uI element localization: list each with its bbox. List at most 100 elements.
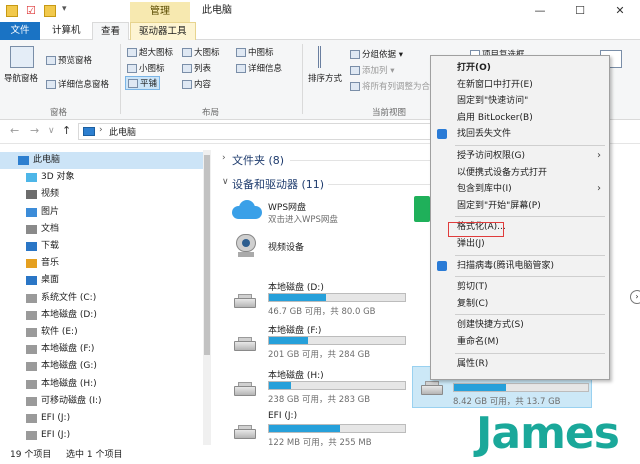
tab-computer[interactable]: 计算机: [44, 22, 89, 40]
sidebar-item[interactable]: 下载: [0, 238, 205, 255]
back-arrow-icon[interactable]: ←: [10, 124, 19, 137]
group-by-button[interactable]: 分组依据 ▾: [350, 48, 403, 60]
drive-usage-fill: [269, 382, 291, 389]
up-arrow-icon[interactable]: ↑: [62, 124, 71, 137]
sidebar-item[interactable]: EFI (J:): [0, 427, 205, 444]
layout-medium-icons[interactable]: 中图标: [236, 46, 274, 58]
layout-content[interactable]: 内容: [182, 78, 211, 90]
breadcrumb[interactable]: 此电脑: [109, 125, 136, 138]
nav-pane-button[interactable]: 导航窗格: [4, 72, 38, 84]
drive-name[interactable]: 本地磁盘 (D:): [268, 280, 324, 293]
sidebar-item[interactable]: 视频: [0, 186, 205, 203]
menu-item[interactable]: 扫描病毒(腾讯电脑管家): [431, 258, 609, 274]
ribbon-separator: [302, 44, 303, 114]
menu-item-label: 以便携式设备方式打开: [457, 167, 548, 178]
drive-icon: [26, 328, 37, 337]
maximize-button[interactable]: ☐: [560, 0, 600, 22]
group-icon: [350, 50, 360, 59]
details-pane-button[interactable]: 详细信息窗格: [46, 78, 109, 90]
menu-item[interactable]: 授予访问权限(G) ›: [431, 148, 609, 164]
close-button[interactable]: ✕: [600, 0, 640, 22]
drive-icon: [26, 396, 37, 406]
devices-chevron-icon[interactable]: ∨: [222, 177, 229, 187]
menu-item[interactable]: 固定到"快速访问": [431, 93, 609, 109]
nav-scrollbar-thumb[interactable]: [204, 155, 210, 355]
scroll-right-icon[interactable]: ›: [630, 290, 640, 304]
menu-item[interactable]: 启用 BitLocker(B): [431, 110, 609, 126]
checkmark-icon[interactable]: ☑: [26, 5, 38, 17]
sidebar-item[interactable]: 桌面: [0, 272, 205, 289]
tab-file[interactable]: 文件: [0, 22, 40, 40]
layout-list[interactable]: 列表: [182, 62, 211, 74]
window-title: 此电脑: [202, 5, 232, 16]
drive-icon: [26, 345, 37, 355]
sidebar-item[interactable]: 本地磁盘 (F:): [0, 341, 205, 358]
sidebar-item-label: 本地磁盘 (F:): [41, 344, 95, 355]
nav-pane-icon: [10, 46, 34, 68]
sidebar-item[interactable]: 3D 对象: [0, 169, 205, 186]
wps-drive-description: 双击进入WPS网盘: [268, 215, 338, 225]
sort-by-button[interactable]: 排序方式: [308, 72, 342, 84]
layout-icon: [236, 64, 246, 73]
sort-icon: [318, 46, 336, 68]
menu-item[interactable]: 复制(C): [431, 296, 609, 312]
sidebar-item[interactable]: 本地磁盘 (H:): [0, 376, 205, 393]
sidebar-item[interactable]: 本地磁盘 (G:): [0, 358, 205, 375]
drive-name[interactable]: 本地磁盘 (F:): [268, 323, 321, 336]
sidebar-item[interactable]: EFI (J:): [0, 410, 205, 427]
drive-name[interactable]: 本地磁盘 (H:): [268, 368, 324, 381]
wps-drive-name[interactable]: WPS网盘: [268, 200, 306, 213]
menu-item[interactable]: 打开(O): [431, 60, 609, 76]
preview-pane-button[interactable]: 预览窗格: [46, 54, 92, 66]
menu-item[interactable]: 重命名(M): [431, 334, 609, 350]
layout-xl-icons[interactable]: 超大图标: [127, 46, 173, 58]
menu-item[interactable]: 固定到"开始"屏幕(P): [431, 198, 609, 214]
sidebar-item[interactable]: 图片: [0, 204, 205, 221]
tab-drive-tools[interactable]: 驱动器工具: [130, 22, 196, 40]
menu-item[interactable]: 包含到库中(I) ›: [431, 181, 609, 197]
video-device-name[interactable]: 视频设备: [268, 240, 304, 253]
preview-pane-icon: [46, 56, 56, 65]
menu-item[interactable]: 以便携式设备方式打开: [431, 165, 609, 181]
menu-item[interactable]: 属性(R): [431, 356, 609, 372]
tab-view[interactable]: 查看: [92, 22, 130, 41]
sidebar-item[interactable]: 音乐: [0, 255, 205, 272]
folders-chevron-icon[interactable]: ›: [222, 153, 226, 163]
minimize-button[interactable]: —: [520, 0, 560, 22]
section-divider: [328, 184, 430, 185]
sidebar-item[interactable]: 系统文件 (C:): [0, 290, 205, 307]
menu-item[interactable]: 找回丢失文件: [431, 126, 609, 142]
layout-small-icons[interactable]: 小图标: [127, 62, 165, 74]
layout-icon: [182, 64, 192, 73]
quick-access-dropdown-icon[interactable]: ▾: [62, 4, 67, 14]
drive-name[interactable]: EFI (J:): [268, 411, 297, 421]
layout-icon: [128, 79, 138, 88]
sidebar-item[interactable]: 软件 (E:): [0, 324, 205, 341]
sidebar-item[interactable]: 本地磁盘 (D:): [0, 307, 205, 324]
menu-separator: [455, 254, 605, 256]
item-count: 19 个项目: [10, 450, 52, 460]
sidebar-item[interactable]: 此电脑: [0, 152, 205, 169]
sidebar-item[interactable]: 可移动磁盘 (I:): [0, 393, 205, 410]
forward-arrow-icon[interactable]: →: [30, 124, 39, 137]
layout-details[interactable]: 详细信息: [236, 62, 282, 74]
menu-item[interactable]: 弹出(J): [431, 236, 609, 252]
add-column-button[interactable]: 添加列 ▾: [350, 64, 394, 76]
tab-manage[interactable]: 管理: [130, 2, 190, 22]
new-folder-icon[interactable]: [44, 5, 56, 17]
menu-item[interactable]: 剪切(T): [431, 279, 609, 295]
menu-item-label: 在新窗口中打开(E): [457, 79, 533, 90]
layout-tiles[interactable]: 平铺: [125, 76, 161, 90]
layout-large-icons[interactable]: 大图标: [182, 46, 220, 58]
menu-item-label: 创建快捷方式(S): [457, 320, 524, 331]
menu-item[interactable]: 在新窗口中打开(E): [431, 77, 609, 93]
sidebar-item-label: 本地磁盘 (D:): [41, 309, 97, 320]
menu-item-label: 固定到"开始"屏幕(P): [457, 200, 541, 211]
drive-icon: [26, 310, 37, 320]
devices-section-header[interactable]: 设备和驱动器 (11): [232, 176, 324, 192]
folders-section-header[interactable]: 文件夹 (8): [232, 152, 284, 168]
recent-dropdown-icon[interactable]: ∨: [48, 126, 55, 136]
context-menu: 打开(O) 在新窗口中打开(E) 固定到"快速访问" 启用 BitLocker(B) 找…: [430, 55, 610, 380]
menu-item[interactable]: 创建快捷方式(S): [431, 317, 609, 333]
sidebar-item[interactable]: 文档: [0, 221, 205, 238]
